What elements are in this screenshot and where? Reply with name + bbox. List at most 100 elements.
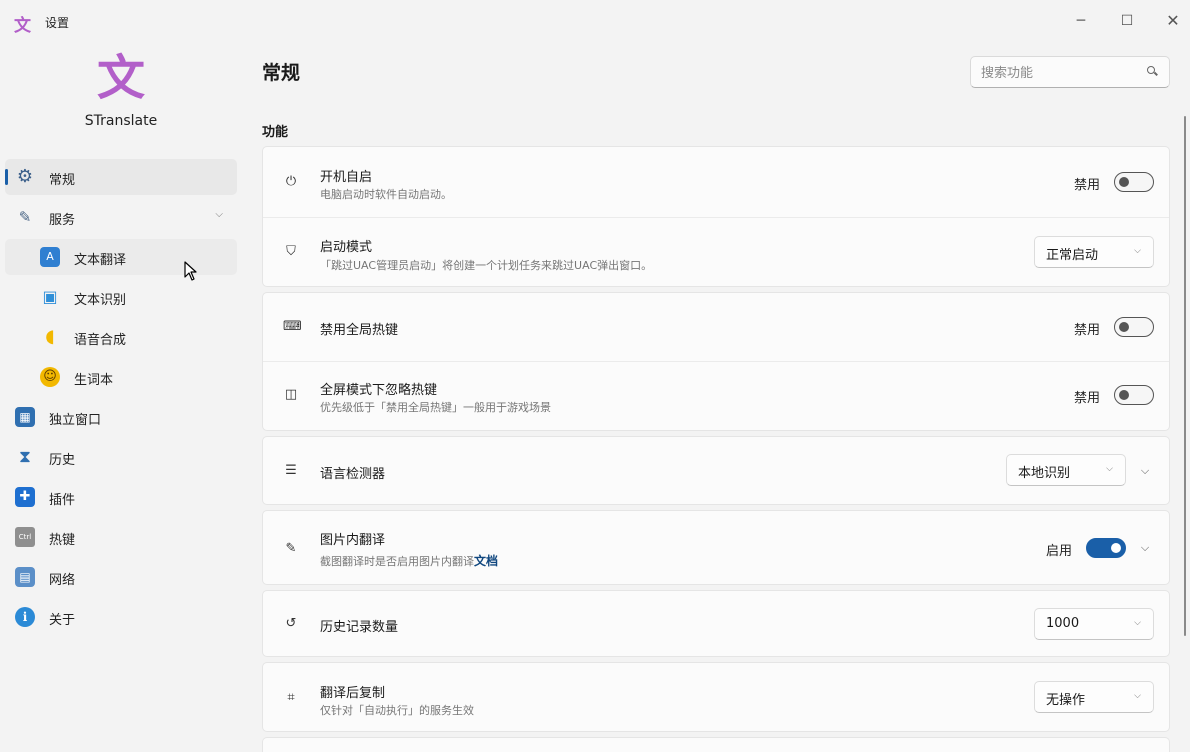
network-icon: ▤ [15, 567, 35, 587]
sidebar-item-general[interactable]: ⚙ 常规 [5, 159, 237, 195]
row-title: 启动模式 [320, 240, 373, 255]
section-title: 功能 [262, 125, 289, 140]
brand-name: STranslate [84, 113, 158, 129]
search-icon[interactable] [1147, 66, 1155, 74]
keyboard-icon: Ctrl [15, 527, 35, 547]
row-title: 翻译后复制 [320, 686, 386, 701]
sidebar-item-services[interactable]: ✎ 服务 ⌵ [5, 199, 237, 235]
close-button[interactable]: ✕ [1162, 10, 1184, 32]
translate-logo-icon: 文 [14, 16, 31, 36]
toggle-state-label: 禁用 [1074, 178, 1101, 193]
select-value: 正常启动 [1046, 248, 1099, 263]
sidebar-item-network[interactable]: ▤ 网络 [5, 559, 237, 595]
disable-hotkeys-row: ⌨ 禁用全局热键 禁用 [263, 293, 1169, 361]
startup-mode-row: ⛉ 启动模式 「跳过UAC管理员启动」将创建一个计划任务来跳过UAC弹出窗口。 … [263, 218, 1169, 288]
row-title: 图片内翻译 [320, 533, 386, 548]
row-title: 全屏模式下忽略热键 [320, 383, 438, 398]
fullscreen-ignore-row: ◫ 全屏模式下忽略热键 优先级低于「禁用全局热键」一般用于游戏场景 禁用 [263, 362, 1169, 432]
row-description: 优先级低于「禁用全局热键」一般用于游戏场景 [320, 401, 551, 414]
sidebar-item-label: 热键 [49, 533, 76, 548]
chevron-down-icon[interactable]: ⌵ [215, 209, 223, 220]
keyboard-icon: ⌨ [283, 319, 302, 334]
speech-icon: ◖ [45, 326, 55, 347]
row-title: 开机自启 [320, 170, 373, 185]
history-count-select[interactable]: 1000 ⌵ [1034, 608, 1154, 640]
sidebar-item-label: 文本翻译 [74, 253, 127, 268]
copy-after-translate-card: ⌗ 翻译后复制 仅针对「自动执行」的服务生效 无操作 ⌵ [262, 662, 1170, 732]
sidebar-item-label: 历史 [49, 453, 76, 468]
copy-after-translate-select[interactable]: 无操作 ⌵ [1034, 681, 1154, 713]
sidebar: 文 STranslate ⚙ 常规 ✎ 服务 ⌵ A 文本翻译 ▣ 文本识别 ◖… [0, 44, 245, 752]
scrollbar[interactable] [1184, 116, 1186, 636]
row-title: 语言检测器 [320, 467, 386, 482]
toggle-knob [1119, 177, 1129, 187]
language-detector-card[interactable]: ☰ 语言检测器 本地识别 ⌵ ⌵ [262, 436, 1170, 505]
page-title: 常规 [262, 62, 301, 84]
sidebar-item-label: 网络 [49, 573, 76, 588]
sidebar-item-label: 独立窗口 [49, 413, 102, 428]
minimize-button[interactable]: ─ [1070, 10, 1092, 32]
maximize-button[interactable]: ☐ [1116, 10, 1138, 32]
wrench-icon: ✎ [18, 208, 32, 226]
fullscreen-ignore-toggle[interactable] [1114, 385, 1154, 405]
sidebar-item-label: 插件 [49, 493, 76, 508]
hourglass-icon: ⧗ [19, 447, 31, 467]
language-detector-select[interactable]: 本地识别 ⌵ [1006, 454, 1126, 486]
startup-card: ⏻ 开机自启 电脑启动时软件自动启动。 禁用 ⛉ 启动模式 「跳过UAC管理员启… [262, 146, 1170, 287]
row-description-text: 截图翻译时是否启用图片内翻译 [320, 555, 474, 568]
image-translate-card[interactable]: ✎ 图片内翻译 截图翻译时是否启用图片内翻译文档 启用 ⌵ [262, 510, 1170, 585]
sidebar-item-standalone-window[interactable]: ▦ 独立窗口 [5, 399, 237, 435]
row-description: 电脑启动时软件自动启动。 [320, 188, 452, 201]
sidebar-item-vocabulary[interactable]: ☺ 生词本 [5, 359, 237, 395]
sidebar-item-plugins[interactable]: ✚ 插件 [5, 479, 237, 515]
expand-chevron-icon[interactable]: ⌵ [1135, 461, 1155, 481]
sidebar-item-speech[interactable]: ◖ 语音合成 [5, 319, 237, 355]
sidebar-item-label: 服务 [49, 213, 76, 228]
docs-link[interactable]: 文档 [474, 554, 498, 568]
mouse-cursor-icon [184, 261, 197, 281]
startup-mode-select[interactable]: 正常启动 ⌵ [1034, 236, 1154, 268]
vocabulary-icon: ☺ [40, 367, 60, 387]
image-translate-toggle[interactable] [1086, 538, 1126, 558]
title-bar: 文 设置 ─ ☐ ✕ [0, 0, 1190, 44]
row-title: 历史记录数量 [320, 620, 399, 635]
app-logo-icon: 文 [96, 50, 145, 106]
toggle-state-label: 禁用 [1074, 323, 1101, 338]
hotkey-card: ⌨ 禁用全局热键 禁用 ◫ 全屏模式下忽略热键 优先级低于「禁用全局热键」一般用… [262, 292, 1170, 431]
image-edit-icon: ✎ [285, 541, 297, 556]
search-box[interactable] [970, 56, 1170, 88]
toggle-knob [1119, 390, 1129, 400]
power-icon: ⏻ [285, 174, 297, 189]
sidebar-item-text-recognition[interactable]: ▣ 文本识别 [5, 279, 237, 315]
translate-icon: A [40, 247, 60, 267]
search-input[interactable] [981, 63, 1141, 83]
select-value: 无操作 [1046, 693, 1086, 708]
row-description: 仅针对「自动执行」的服务生效 [320, 704, 474, 717]
gear-icon: ⚙ [16, 166, 34, 187]
sidebar-item-label: 文本识别 [74, 293, 127, 308]
sidebar-item-text-translate[interactable]: A 文本翻译 [5, 239, 237, 275]
select-value: 1000 [1046, 616, 1080, 631]
sidebar-item-hotkeys[interactable]: Ctrl 热键 [5, 519, 237, 555]
language-detect-icon: ☰ [285, 463, 297, 478]
history-icon: ↺ [285, 616, 297, 631]
next-setting-card [262, 737, 1170, 752]
shield-icon: ⛉ [286, 244, 296, 259]
autostart-toggle[interactable] [1114, 172, 1154, 192]
sidebar-item-history[interactable]: ⧗ 历史 [5, 439, 237, 475]
window-title: 设置 [45, 16, 70, 30]
plugin-icon: ✚ [15, 487, 35, 507]
history-count-card: ↺ 历史记录数量 1000 ⌵ [262, 590, 1170, 657]
chevron-down-icon: ⌵ [1134, 691, 1141, 701]
toggle-state-label: 禁用 [1074, 391, 1101, 406]
window-icon: ▦ [15, 407, 35, 427]
sidebar-item-about[interactable]: i 关于 [5, 599, 237, 635]
disable-hotkeys-toggle[interactable] [1114, 317, 1154, 337]
toggle-knob [1111, 543, 1121, 553]
expand-chevron-icon[interactable]: ⌵ [1135, 538, 1155, 558]
row-description: 「跳过UAC管理员启动」将创建一个计划任务来跳过UAC弹出窗口。 [320, 259, 653, 272]
chevron-down-icon: ⌵ [1106, 464, 1113, 474]
chevron-down-icon: ⌵ [1134, 618, 1141, 628]
gamepad-icon: ◫ [284, 387, 298, 402]
chevron-down-icon: ⌵ [1134, 246, 1141, 256]
